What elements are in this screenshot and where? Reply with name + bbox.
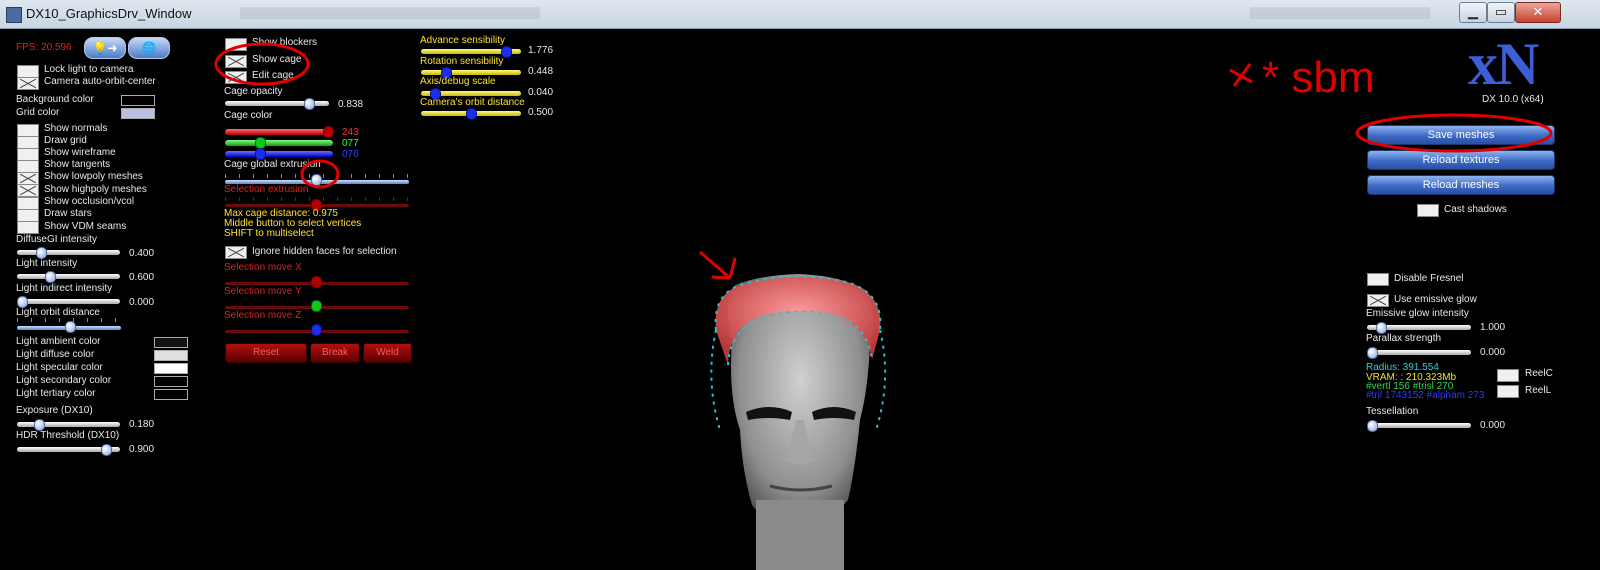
head-model[interactable] (710, 274, 887, 570)
annotation-text: * sbm (1262, 53, 1374, 102)
viewport-overlay: * sbm (214, 42, 1553, 570)
